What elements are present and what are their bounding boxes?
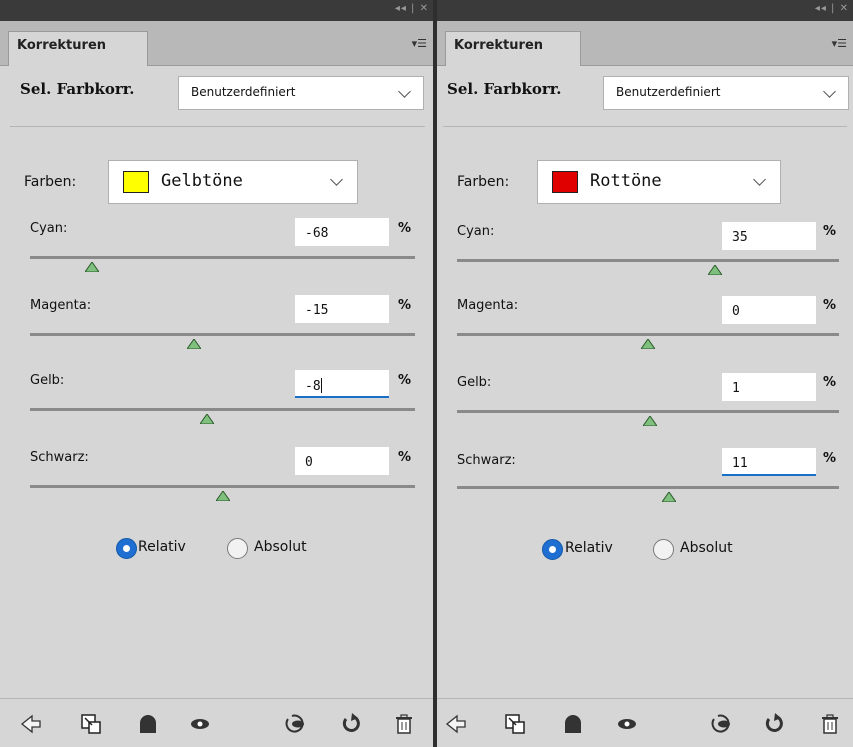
schwarz-label: Schwarz: — [30, 450, 89, 465]
reset-to-previous-icon[interactable] — [284, 713, 306, 735]
color-range-dropdown[interactable]: Gelbtöne — [108, 160, 358, 204]
relativ-radio[interactable] — [116, 538, 137, 559]
schwarz-value-input[interactable]: 11 — [722, 448, 816, 476]
gelb-label: Gelb: — [457, 375, 492, 390]
schwarz-value-input[interactable]: 0 — [295, 447, 389, 475]
absolut-label: Absolut — [254, 539, 307, 555]
panel-menu-icon[interactable]: ▾☰ — [832, 37, 847, 50]
reset-icon[interactable] — [763, 713, 785, 735]
magenta-value-input[interactable]: 0 — [722, 296, 816, 324]
schwarz-slider-track[interactable] — [457, 486, 839, 489]
farben-label: Farben: — [457, 174, 510, 190]
color-range-value: Gelbtöne — [161, 171, 243, 191]
schwarz-percent: % — [823, 451, 837, 466]
cyan-label: Cyan: — [30, 221, 68, 236]
schwarz-label: Schwarz: — [457, 453, 516, 468]
preset-dropdown[interactable]: Benutzerdefiniert — [603, 76, 849, 110]
chevron-down-icon — [398, 85, 411, 98]
separator — [443, 126, 847, 127]
cyan-slider-track[interactable] — [457, 259, 839, 262]
visibility-toggle-icon[interactable] — [562, 713, 584, 735]
panel-footer-toolbar — [437, 698, 853, 747]
adjustments-panel-left: ◂◂ | ✕ Korrekturen ▾☰ Sel. Farbkorr. Ben… — [0, 0, 433, 747]
gelb-percent: % — [398, 373, 412, 388]
tab-row: Korrekturen ▾☰ — [0, 21, 433, 66]
magenta-slider-thumb[interactable] — [186, 339, 201, 349]
tab-korrekturen[interactable]: Korrekturen — [8, 31, 148, 66]
clip-to-layer-icon[interactable] — [80, 713, 102, 735]
chevron-down-icon — [753, 173, 766, 186]
schwarz-slider-track[interactable] — [30, 485, 415, 488]
preset-dropdown[interactable]: Benutzerdefiniert — [178, 76, 424, 110]
view-previous-icon[interactable] — [616, 713, 638, 735]
magenta-percent: % — [823, 298, 837, 313]
text-cursor — [320, 378, 322, 393]
back-arrow-icon[interactable] — [445, 713, 467, 735]
visibility-toggle-icon[interactable] — [137, 713, 159, 735]
schwarz-slider-thumb[interactable] — [662, 492, 676, 502]
cyan-label: Cyan: — [457, 224, 495, 239]
reset-icon[interactable] — [340, 713, 362, 735]
preset-value: Benutzerdefiniert — [191, 85, 296, 99]
cyan-value-input[interactable]: -68 — [295, 218, 389, 246]
adjustments-panel-right: ◂◂ | ✕ Korrekturen ▾☰ Sel. Farbkorr. Ben… — [437, 0, 853, 747]
gelb-slider-thumb[interactable] — [200, 414, 215, 424]
absolut-radio[interactable] — [653, 539, 674, 560]
clip-to-layer-icon[interactable] — [504, 713, 526, 735]
cyan-percent: % — [823, 224, 837, 239]
tab-korrekturen[interactable]: Korrekturen — [445, 31, 581, 66]
cyan-slider-thumb[interactable] — [707, 265, 722, 275]
gelb-label: Gelb: — [30, 373, 65, 388]
panel-titlebar: ◂◂ | ✕ — [0, 0, 433, 21]
collapse-close-controls[interactable]: ◂◂ | ✕ — [395, 3, 429, 14]
magenta-slider-track[interactable] — [30, 333, 415, 336]
magenta-label: Magenta: — [30, 298, 92, 313]
cyan-percent: % — [398, 221, 412, 236]
trash-icon[interactable] — [819, 713, 841, 735]
gelb-slider-track[interactable] — [30, 408, 415, 411]
relativ-label: Relativ — [565, 540, 613, 556]
magenta-label: Magenta: — [457, 298, 519, 313]
separator — [10, 126, 425, 127]
adjustment-type-label: Sel. Farbkorr. — [20, 80, 135, 98]
trash-icon[interactable] — [393, 713, 415, 735]
cyan-slider-thumb[interactable] — [84, 262, 99, 272]
schwarz-percent: % — [398, 450, 412, 465]
relativ-label: Relativ — [138, 539, 186, 555]
gelb-value-input[interactable]: 1 — [722, 373, 816, 401]
adjustment-type-label: Sel. Farbkorr. — [447, 80, 562, 98]
color-swatch — [123, 171, 149, 193]
schwarz-slider-thumb[interactable] — [215, 491, 230, 501]
view-previous-icon[interactable] — [189, 713, 211, 735]
panel-menu-icon[interactable]: ▾☰ — [412, 37, 427, 50]
gelb-percent: % — [823, 375, 837, 390]
absolut-label: Absolut — [680, 540, 733, 556]
magenta-percent: % — [398, 298, 412, 313]
color-swatch — [552, 171, 578, 193]
panel-titlebar: ◂◂ | ✕ — [437, 0, 853, 21]
gelb-slider-thumb[interactable] — [642, 416, 657, 426]
collapse-close-controls[interactable]: ◂◂ | ✕ — [815, 3, 849, 14]
chevron-down-icon — [330, 173, 343, 186]
magenta-value-input[interactable]: -15 — [295, 295, 389, 323]
cyan-value-input[interactable]: 35 — [722, 222, 816, 250]
farben-label: Farben: — [24, 174, 77, 190]
magenta-slider-track[interactable] — [457, 333, 839, 336]
reset-to-previous-icon[interactable] — [710, 713, 732, 735]
back-arrow-icon[interactable] — [20, 713, 42, 735]
relativ-radio[interactable] — [542, 539, 563, 560]
cyan-slider-track[interactable] — [30, 256, 415, 259]
gelb-slider-track[interactable] — [457, 410, 839, 413]
absolut-radio[interactable] — [227, 538, 248, 559]
chevron-down-icon — [823, 85, 836, 98]
panel-footer-toolbar — [0, 698, 433, 747]
color-range-value: Rottöne — [590, 171, 662, 191]
color-range-dropdown[interactable]: Rottöne — [537, 160, 781, 204]
preset-value: Benutzerdefiniert — [616, 85, 721, 99]
tab-row: Korrekturen ▾☰ — [437, 21, 853, 66]
gelb-value-input[interactable]: -8 — [295, 370, 389, 398]
magenta-slider-thumb[interactable] — [641, 339, 655, 349]
